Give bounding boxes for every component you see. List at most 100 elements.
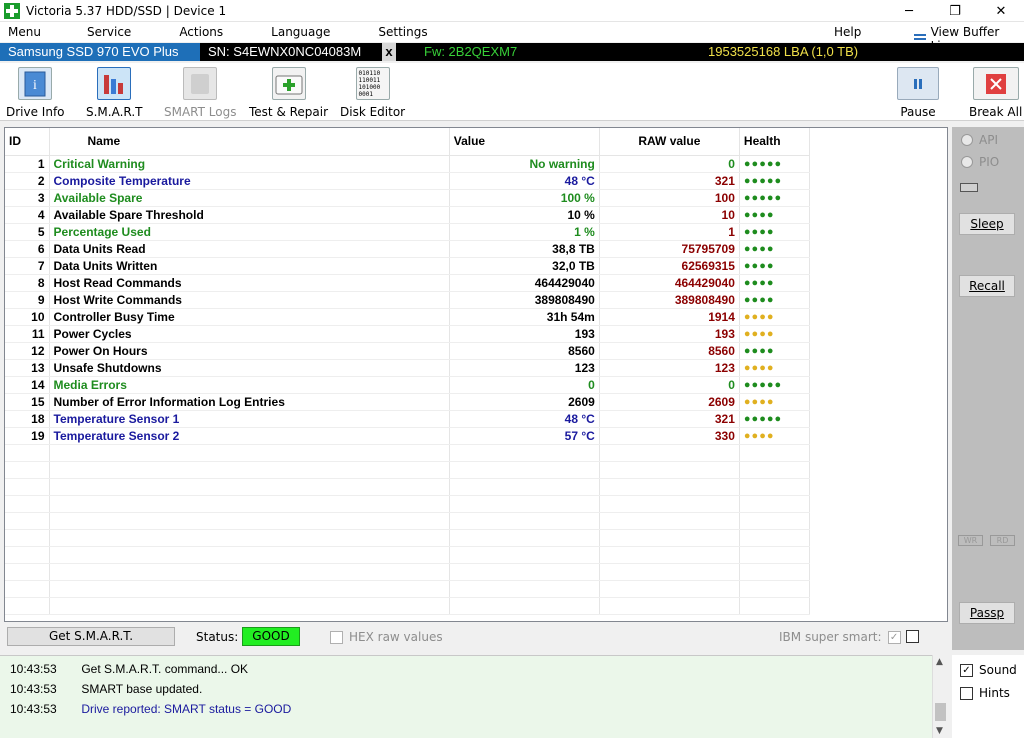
minimize-button[interactable]: ─ [886,0,932,22]
first-aid-icon [271,67,306,100]
empty-cell [449,597,600,615]
svg-text:i: i [33,78,37,93]
table-row[interactable]: 12 Power On Hours 8560 8560 ●●●● [5,342,811,360]
row-id: 4 [5,206,50,224]
row-id: 10 [5,308,50,326]
hints-toggle[interactable]: Hints [960,686,1010,700]
smart-table-body: 1 Critical Warning No warning 0 ●●●●● 2 Compos… [5,155,811,615]
menu-settings[interactable]: Settings [370,25,435,39]
smart-logs-label: SMART Logs [164,105,237,119]
scroll-up-icon[interactable]: ▲ [936,657,943,667]
empty-cell [49,546,450,564]
test-repair-button[interactable]: Test & Repair [249,67,328,119]
row-value: 1 % [449,223,600,241]
maximize-button[interactable]: ❐ [932,0,978,22]
pio-radio-dot[interactable] [961,156,973,168]
sound-toggle[interactable]: ✓ Sound [960,663,1017,677]
table-row[interactable]: 11 Power Cycles 193 193 ●●●● [5,325,811,343]
smart-logs-button[interactable]: SMART Logs [164,67,236,119]
row-value: 0 [449,376,600,394]
row-id: 13 [5,359,50,377]
status-label: Status: [196,630,239,644]
table-row[interactable]: 7 Data Units Written 32,0 TB 62569315 ●●●● [5,257,811,275]
disk-editor-button[interactable]: 010110 110011 101000 0001 Disk Editor [340,67,405,119]
extra-checkbox[interactable] [906,630,919,643]
empty-table-row [5,495,811,513]
row-name: Unsafe Shutdowns [49,359,450,377]
passp-button[interactable]: Passp [959,602,1015,624]
header-name[interactable]: Name [49,128,450,156]
menu-actions[interactable]: Actions [171,25,231,39]
table-row[interactable]: 18 Temperature Sensor 1 48 °C 321 ●●●●● [5,410,811,428]
hints-checkbox[interactable] [960,686,973,700]
empty-cell [49,529,450,547]
row-raw-value: 123 [599,359,740,377]
empty-cell [5,580,50,598]
table-row[interactable]: 13 Unsafe Shutdowns 123 123 ●●●● [5,359,811,377]
menu-menu[interactable]: Menu [0,25,49,39]
drive-close-button[interactable]: x [382,43,396,61]
empty-cell [599,580,740,598]
header-id[interactable]: ID [5,128,50,156]
api-radio[interactable]: API [961,133,998,147]
log-line: 10:43:53 Drive reported: SMART status = … [10,702,291,716]
empty-cell [739,495,811,513]
header-health[interactable]: Health [739,128,811,156]
row-value: 123 [449,359,600,377]
row-health: ●●●● [739,291,811,309]
sound-checkbox[interactable]: ✓ [960,663,973,677]
smart-button[interactable]: S.M.A.R.T [86,67,142,119]
table-row[interactable]: 10 Controller Busy Time 31h 54m 1914 ●●●● [5,308,811,326]
row-raw-value: 389808490 [599,291,740,309]
row-value: 193 [449,325,600,343]
drive-info-button[interactable]: i Drive Info [6,67,65,119]
scroll-down-icon[interactable]: ▼ [936,726,943,736]
hex-raw-toggle[interactable]: HEX raw values [330,630,443,644]
document-icon [183,67,218,100]
table-row[interactable]: 5 Percentage Used 1 % 1 ●●●● [5,223,811,241]
smart-table: ID Name Value RAW value Health 1 Critical… [5,128,811,615]
table-row[interactable]: 3 Available Spare 100 % 100 ●●●●● [5,189,811,207]
row-name: Percentage Used [49,223,450,241]
menu-service[interactable]: Service [79,25,139,39]
pio-radio[interactable]: PIO [961,155,999,169]
hex-checkbox[interactable] [330,630,343,644]
drive-model[interactable]: Samsung SSD 970 EVO Plus 1TB [0,43,200,77]
table-row[interactable]: 8 Host Read Commands 464429040 464429040 ●●●… [5,274,811,292]
header-raw[interactable]: RAW value [599,128,740,156]
row-id: 6 [5,240,50,258]
table-row[interactable]: 2 Composite Temperature 48 °C 321 ●●●●● [5,172,811,190]
test-repair-label: Test & Repair [249,105,329,119]
table-row[interactable]: 19 Temperature Sensor 2 57 °C 330 ●●●● [5,427,811,445]
recall-button[interactable]: Recall [959,275,1015,297]
ibm-super-smart-toggle[interactable]: IBM super smart: ✓ [779,630,901,644]
table-row[interactable]: 9 Host Write Commands 389808490 389808490 ●●… [5,291,811,309]
menu-help[interactable]: Help [834,25,861,39]
sound-label: Sound [979,663,1017,677]
ibm-checkbox[interactable]: ✓ [887,630,901,644]
pause-button[interactable]: Pause [897,67,939,119]
empty-cell [599,512,740,530]
empty-table-row [5,478,811,496]
get-smart-button[interactable]: Get S.M.A.R.T. [7,627,175,646]
header-value[interactable]: Value [449,128,600,156]
empty-cell [739,444,811,462]
menu-language[interactable]: Language [263,25,338,39]
sleep-button[interactable]: Sleep [959,213,1015,235]
break-all-button[interactable]: Break All [969,67,1022,119]
log-scrollbar[interactable]: ▲ ▼ [932,655,948,738]
table-row[interactable]: 14 Media Errors 0 0 ●●●●● [5,376,811,394]
row-raw-value: 75795709 [599,240,740,258]
table-row[interactable]: 15 Number of Error Information Log Entrie… [5,393,811,411]
close-button[interactable]: ✕ [978,0,1024,22]
table-row[interactable]: 4 Available Spare Threshold 10 % 10 ●●●● [5,206,811,224]
table-row[interactable]: 1 Critical Warning No warning 0 ●●●●● [5,155,811,173]
scroll-thumb[interactable] [935,703,946,721]
drive-lba: 1953525168 LBA (1,0 TB) [708,44,859,59]
table-row[interactable]: 6 Data Units Read 38,8 TB 75795709 ●●●● [5,240,811,258]
api-radio-dot[interactable] [961,134,973,146]
pio-label: PIO [979,155,1000,169]
row-name: Power On Hours [49,342,450,360]
row-health: ●●●●● [739,189,811,207]
row-name: Data Units Written [49,257,450,275]
